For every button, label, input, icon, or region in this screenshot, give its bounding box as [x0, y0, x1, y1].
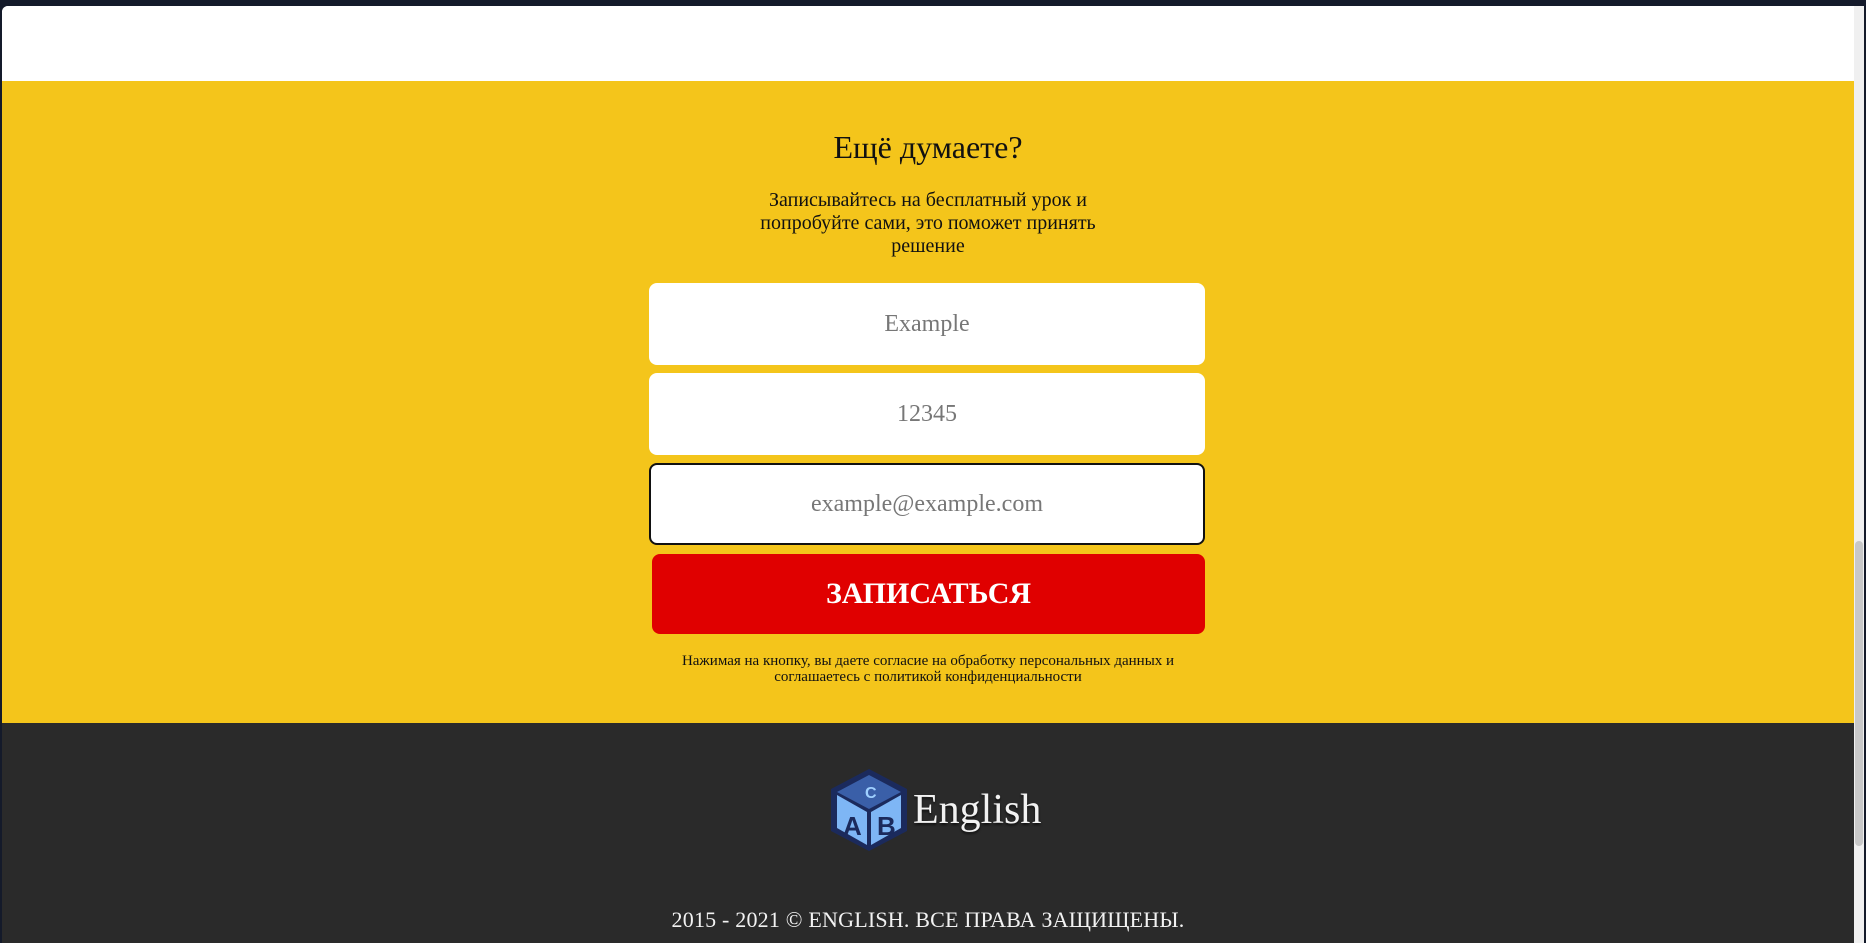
- page-scrollbar[interactable]: [1854, 6, 1864, 943]
- copyright-text: 2015 - 2021 © ENGLISH. ВСЕ ПРАВА ЗАЩИЩЕН…: [671, 907, 1185, 932]
- signup-title: Ещё думаете?: [833, 129, 1023, 165]
- name-input[interactable]: [649, 283, 1205, 365]
- signup-subtitle: Записывайтесь на бесплатный урок и попро…: [760, 189, 1096, 257]
- consent-text: Нажимая на кнопку, вы даете согласие на …: [681, 653, 1175, 685]
- email-input[interactable]: [649, 463, 1205, 545]
- browser-viewport: Ещё думаете? Записывайтесь на бесплатный…: [2, 6, 1864, 943]
- svg-text:A: A: [843, 811, 862, 841]
- footer-logo[interactable]: C A B English: [827, 767, 1041, 853]
- phone-input[interactable]: [649, 373, 1205, 455]
- footer: C A B English 2015 - 2021 © ENGLISH. ВСЕ…: [2, 723, 1854, 943]
- svg-text:C: C: [865, 785, 877, 802]
- top-blank-area: [2, 6, 1854, 81]
- footer-logo-text: English: [913, 787, 1042, 833]
- signup-section: Ещё думаете? Записывайтесь на бесплатный…: [2, 81, 1854, 723]
- signup-button[interactable]: ЗАПИСАТЬСЯ: [652, 554, 1205, 634]
- scrollbar-thumb[interactable]: [1855, 541, 1863, 846]
- abc-cube-icon: C A B: [831, 769, 907, 851]
- svg-text:B: B: [877, 811, 896, 841]
